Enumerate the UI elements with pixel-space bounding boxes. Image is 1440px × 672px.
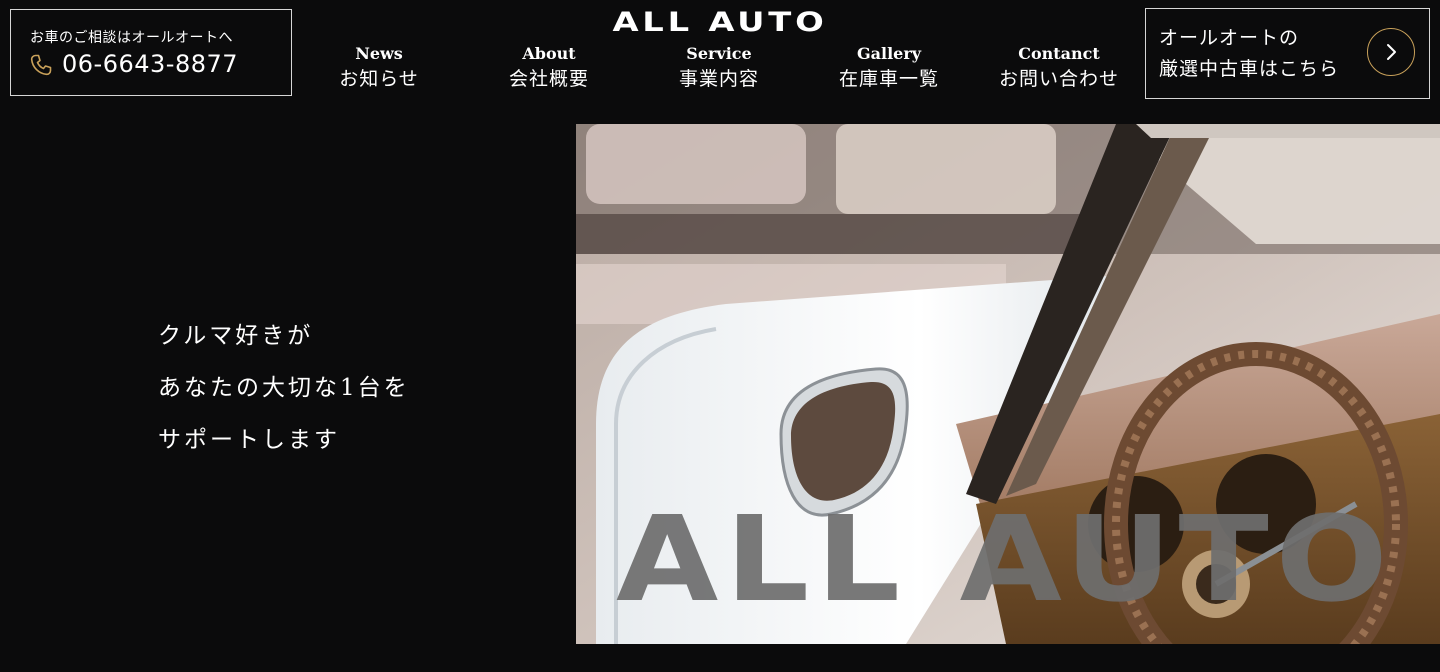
hero-watermark: ALL AUTO: [616, 490, 1395, 628]
nav-label-en: News: [355, 44, 403, 63]
contact-box: お車のご相談はオールオートへ 06-6643-8877: [10, 9, 292, 96]
nav-item-contact[interactable]: Contanct お問い合わせ: [974, 44, 1144, 96]
chevron-right-icon[interactable]: [1367, 28, 1415, 76]
page: お車のご相談はオールオートへ 06-6643-8877 ALL AUTO New…: [0, 0, 1440, 672]
hero-copy: クルマ好きが あなたの大切な1台を サポートします: [158, 310, 410, 466]
cta-line-2: 厳選中古車はこちら: [1159, 58, 1340, 80]
nav-label-ja: 事業内容: [678, 68, 759, 90]
nav-item-news[interactable]: News お知らせ: [294, 44, 464, 96]
contact-caption: お車のご相談はオールオートへ: [30, 30, 233, 46]
nav-item-gallery[interactable]: Gallery 在庫車一覧: [804, 44, 974, 96]
site-logo[interactable]: ALL AUTO: [545, 7, 895, 38]
nav-label-en: About: [522, 44, 576, 63]
nav-label-en: Contanct: [1018, 44, 1100, 63]
nav-label-ja: お問い合わせ: [998, 68, 1119, 90]
nav-item-service[interactable]: Service 事業内容: [634, 44, 804, 96]
hero-line-2: あなたの大切な1台を: [158, 375, 410, 401]
phone-icon: [30, 54, 52, 76]
hero-line-1: クルマ好きが: [158, 323, 314, 349]
nav-label-ja: 在庫車一覧: [838, 68, 939, 90]
hero-line-3: サポートします: [158, 427, 340, 453]
nav-label-en: Service: [686, 44, 752, 63]
used-cars-cta-button[interactable]: オールオートの 厳選中古車はこちら: [1145, 8, 1430, 99]
nav-label-ja: 会社概要: [508, 68, 589, 90]
phone-number[interactable]: 06-6643-8877: [62, 50, 238, 78]
cta-text: オールオートの 厳選中古車はこちら: [1159, 23, 1339, 85]
nav-label-ja: お知らせ: [339, 68, 419, 90]
nav-label-en: Gallery: [856, 44, 922, 63]
nav-item-about[interactable]: About 会社概要: [464, 44, 634, 96]
main-nav: News お知らせ About 会社概要 Service 事業内容 Galler…: [294, 44, 1146, 96]
hero-car-photo: ALL AUTO: [576, 124, 1440, 644]
cta-line-1: オールオートの: [1159, 27, 1300, 49]
